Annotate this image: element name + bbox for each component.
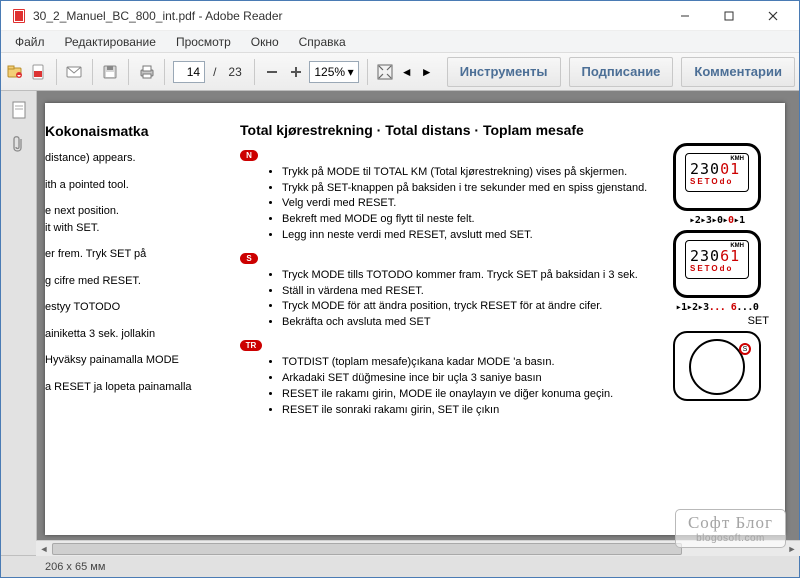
separator [128,59,129,85]
lang-badge-s: S [240,253,258,264]
zoom-value: 125% [314,65,345,79]
scroll-left-button[interactable]: ◄ [36,541,52,557]
list-item: Tryck MODE tills TOTODO kommer fram. Try… [282,268,655,283]
document-viewport[interactable]: Kokonaismatka distance) appears. ith a p… [37,91,799,555]
save-button[interactable] [101,59,120,85]
comments-button[interactable]: Комментарии [681,57,795,87]
new-pdf-button[interactable] [28,59,47,85]
watermark-title: Софт Блог [688,513,773,533]
maximize-button[interactable] [707,1,751,31]
page-total: 23 [228,65,241,79]
lang-group-n: N Trykk på MODE til TOTAL KM (Total kjør… [240,150,655,243]
scroll-thumb[interactable] [52,543,682,555]
app-icon [11,8,27,24]
menu-help[interactable]: Справка [289,33,356,51]
list-item: Ställ in värdena med RESET. [282,284,655,299]
doc-text: e next position. it with SET. [45,203,210,236]
device-back-graphic: S [673,331,761,401]
attachments-icon[interactable] [8,133,30,155]
doc-text: distance) appears. [45,150,210,167]
nav-rail [1,91,37,555]
minimize-button[interactable] [663,1,707,31]
list-item: RESET ile rakamı girin, MODE ile onaylay… [282,387,655,402]
list-item: RESET ile sonraki rakamı girin, SET ile … [282,403,655,418]
watermark-url: blogosoft.com [688,533,773,544]
lang-group-tr: TR TOTDIST (toplam mesafe)çıkana kadar M… [240,340,655,417]
doc-text: er frem. Tryk SET på [45,246,210,263]
tools-button[interactable]: Инструменты [447,57,561,87]
doc-text: estyy TOTODO [45,299,210,316]
list-item: Velg verdi med RESET. [282,196,655,211]
s-button-icon: S [739,343,751,355]
chevron-down-icon: ▾ [348,65,354,79]
display-digits: 230 [690,247,720,265]
list-item: Trykk på SET-knappen på baksiden i tre s… [282,181,655,196]
menu-view[interactable]: Просмотр [166,33,241,51]
doc-main-column: Total kjørestrekning · Total distans · T… [210,121,661,517]
doc-text: g cifre med RESET. [45,273,210,290]
set-label: SET [748,315,769,327]
display-digits-red: 61 [720,247,740,265]
separator [92,59,93,85]
display-label: SETOdo [690,177,744,186]
menu-edit[interactable]: Редактирование [55,33,166,51]
zoom-in-button[interactable] [286,59,305,85]
scroll-right-button[interactable]: ► [784,541,800,557]
doc-left-column: Kokonaismatka distance) appears. ith a p… [45,121,210,517]
zoom-out-button[interactable] [262,59,281,85]
separator [254,59,255,85]
watermark: Софт Блог blogosoft.com [675,509,786,548]
arrow-sequence-2: ▸1▸2▸3... 6...0 [676,302,759,313]
content-area: Kokonaismatka distance) appears. ith a p… [1,91,799,555]
list-item: Bekreft med MODE og flytt til neste felt… [282,212,655,227]
email-button[interactable] [65,59,84,85]
list-item: TOTDIST (toplam mesafe)çıkana kadar MODE… [282,355,655,370]
display-digits: 230 [690,160,720,178]
titlebar: 30_2_Manuel_BC_800_int.pdf - Adobe Reade… [1,1,799,31]
statusbar: 206 x 65 мм [1,555,799,577]
separator [164,59,165,85]
pdf-page: Kokonaismatka distance) appears. ith a p… [45,103,785,535]
doc-text: ainiketta 3 sek. jollakin [45,326,210,343]
thumbnails-icon[interactable] [8,99,30,121]
doc-text: ith a pointed tool. [45,177,210,194]
list-item: Trykk på MODE til TOTAL KM (Total kjøres… [282,165,655,180]
toolbar: / 23 125%▾ ◄ ► Инструменты Подписание Ко… [1,53,799,91]
arrow-sequence-1: ▸2▸3▸0▸0▸1 [689,215,744,226]
list-item: Legg inn neste verdi med RESET, avslutt … [282,228,655,243]
menu-file[interactable]: Файл [5,33,55,51]
page-dimensions: 206 x 65 мм [45,561,105,573]
open-file-button[interactable] [5,59,24,85]
lang-badge-n: N [240,150,258,161]
doc-right-column: KMH 23001 SETOdo ▸2▸3▸0▸0▸1 KMH 23061 SE… [661,121,773,517]
close-button[interactable] [751,1,795,31]
prev-view-button[interactable]: ◄ [399,61,415,83]
sign-button[interactable]: Подписание [569,57,674,87]
next-view-button[interactable]: ► [419,61,435,83]
doc-text: a RESET ja lopeta painamalla [45,379,210,396]
display-label: SETOdo [690,264,744,273]
window-title: 30_2_Manuel_BC_800_int.pdf - Adobe Reade… [33,9,663,23]
list-item: Tryck MODE för att ändra position, tryck… [282,299,655,314]
device-graphic-2: KMH 23061 SETOdo [673,230,761,298]
page-number-input[interactable] [173,61,205,83]
page-separator: / [213,65,216,79]
left-heading: Kokonaismatka [45,121,210,142]
lang-group-s: S Tryck MODE tills TOTODO kommer fram. T… [240,253,655,330]
separator [56,59,57,85]
main-heading: Total kjørestrekning · Total distans · T… [240,121,655,140]
menu-window[interactable]: Окно [241,33,289,51]
menubar: Файл Редактирование Просмотр Окно Справк… [1,31,799,53]
print-button[interactable] [137,59,156,85]
zoom-dropdown[interactable]: 125%▾ [309,61,358,83]
doc-text: Hyväksy painamalla MODE [45,352,210,369]
list-item: Bekräfta och avsluta med SET [282,315,655,330]
display-digits-red: 01 [720,160,740,178]
lang-badge-tr: TR [240,340,262,351]
fit-screen-button[interactable] [375,59,394,85]
app-window: 30_2_Manuel_BC_800_int.pdf - Adobe Reade… [0,0,800,578]
list-item: Arkadaki SET düğmesine ince bir uçla 3 s… [282,371,655,386]
separator [367,59,368,85]
device-graphic-1: KMH 23001 SETOdo [673,143,761,211]
